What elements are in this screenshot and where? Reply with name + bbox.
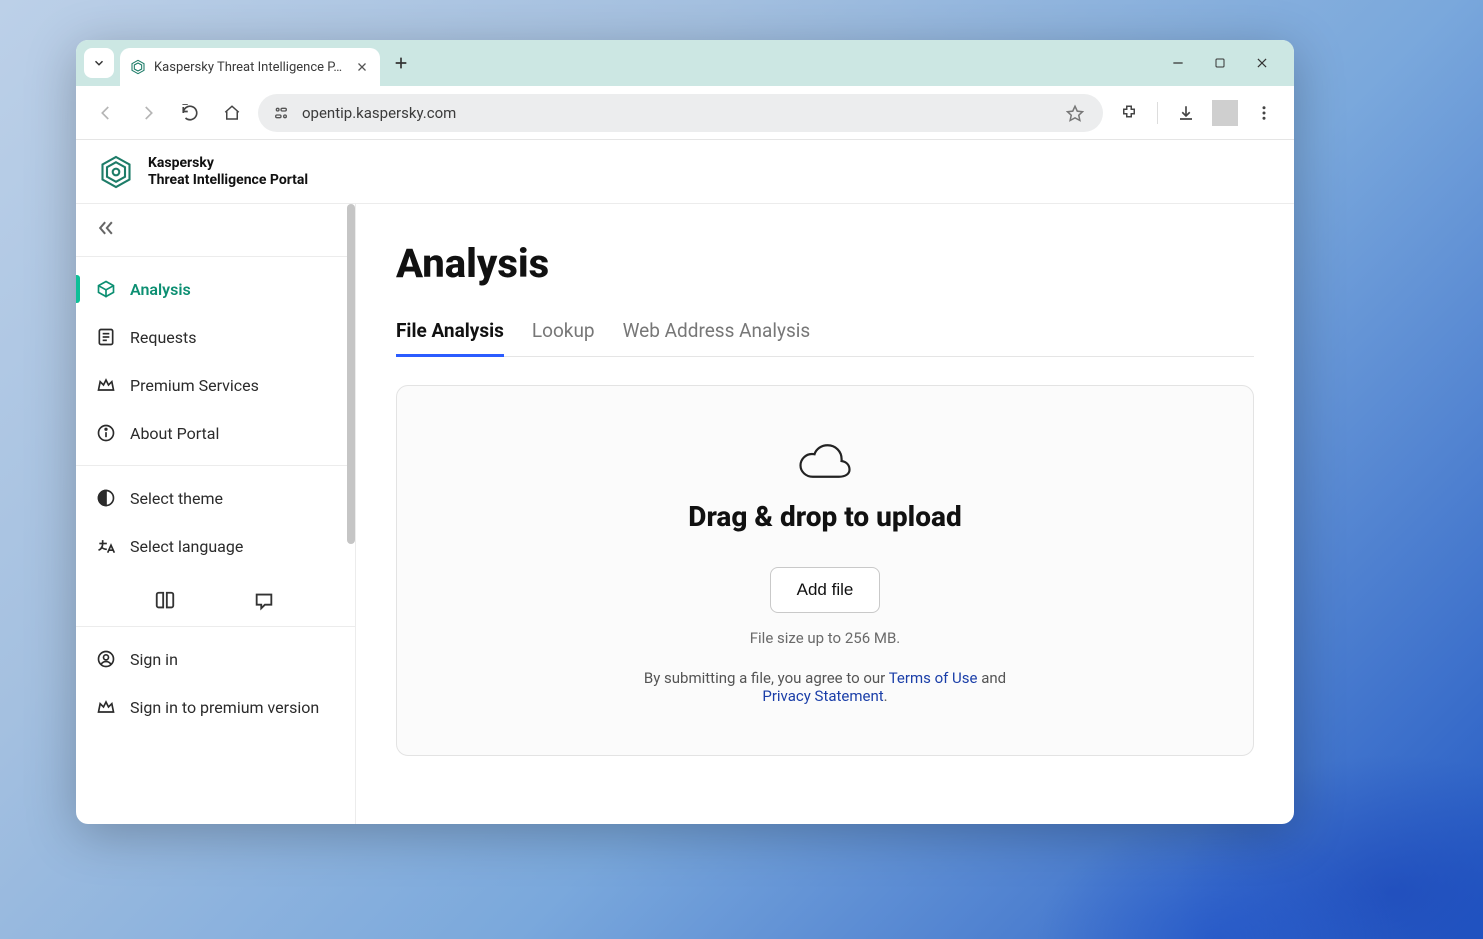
tab-title: Kaspersky Threat Intelligence P…	[154, 60, 346, 75]
extensions-icon[interactable]	[1113, 97, 1145, 129]
info-icon	[96, 423, 116, 443]
main-content: Analysis File Analysis Lookup Web Addres…	[356, 204, 1294, 824]
toolbar-separator	[1157, 102, 1158, 124]
brand-logo[interactable]: Kaspersky Threat Intelligence Portal	[98, 154, 308, 190]
site-info-icon[interactable]	[270, 102, 292, 124]
tab-web-address[interactable]: Web Address Analysis	[623, 319, 811, 356]
tab-close-icon[interactable]	[354, 59, 370, 75]
sidebar-item-label: Sign in to premium version	[130, 698, 319, 717]
kaspersky-logo-icon	[98, 154, 134, 190]
sidebar-item-label: About Portal	[130, 424, 219, 443]
sidebar-item-language[interactable]: Select language	[76, 522, 355, 570]
crown-icon	[96, 697, 116, 717]
tab-search-button[interactable]	[84, 48, 114, 78]
profile-button[interactable]	[1212, 100, 1238, 126]
upload-disclaimer: By submitting a file, you agree to our T…	[417, 669, 1233, 705]
cloud-icon	[797, 440, 853, 482]
sidebar-item-signin[interactable]: Sign in	[76, 635, 355, 683]
browser-window: Kaspersky Threat Intelligence P…	[76, 40, 1294, 824]
disclaimer-prefix: By submitting a file, you agree to our	[644, 669, 889, 687]
app-header: Kaspersky Threat Intelligence Portal	[76, 140, 1294, 204]
sidebar: Analysis Requests Premium Services	[76, 204, 356, 824]
minimize-button[interactable]	[1164, 49, 1192, 77]
forward-button[interactable]	[132, 97, 164, 129]
tab-lookup[interactable]: Lookup	[532, 319, 595, 356]
maximize-button[interactable]	[1206, 49, 1234, 77]
tab-favicon-icon	[130, 59, 146, 75]
privacy-link[interactable]: Privacy Statement	[762, 687, 883, 705]
sidebar-item-label: Requests	[130, 328, 197, 347]
close-window-button[interactable]	[1248, 49, 1276, 77]
sidebar-item-signin-premium[interactable]: Sign in to premium version	[76, 683, 355, 731]
user-icon	[96, 649, 116, 669]
page-title: Analysis	[396, 240, 1254, 287]
bookmark-star-icon[interactable]	[1059, 97, 1091, 129]
sidebar-item-label: Premium Services	[130, 376, 259, 395]
sidebar-item-analysis[interactable]: Analysis	[76, 265, 355, 313]
theme-icon	[96, 488, 116, 508]
language-icon	[96, 536, 116, 556]
crown-icon	[96, 375, 116, 395]
file-size-limit: File size up to 256 MB.	[417, 629, 1233, 647]
cube-icon	[96, 279, 116, 299]
sidebar-item-about[interactable]: About Portal	[76, 409, 355, 457]
sidebar-item-label: Sign in	[130, 650, 178, 669]
analysis-tabs: File Analysis Lookup Web Address Analysi…	[396, 319, 1254, 357]
menu-button[interactable]	[1248, 97, 1280, 129]
browser-toolbar: opentip.kaspersky.com	[76, 86, 1294, 140]
list-icon	[96, 327, 116, 347]
url-text: opentip.kaspersky.com	[302, 104, 1049, 122]
feedback-icon[interactable]	[253, 590, 277, 614]
disclaimer-and: and	[977, 669, 1006, 687]
terms-link[interactable]: Terms of Use	[889, 669, 978, 687]
brand-line1: Kaspersky	[148, 155, 308, 172]
tab-strip: Kaspersky Threat Intelligence P…	[76, 40, 1294, 86]
active-tab[interactable]: Kaspersky Threat Intelligence P…	[120, 48, 380, 86]
home-button[interactable]	[216, 97, 248, 129]
new-tab-button[interactable]	[386, 48, 416, 78]
sidebar-item-label: Select theme	[130, 489, 223, 508]
window-controls	[1164, 49, 1294, 77]
reload-button[interactable]	[174, 97, 206, 129]
sidebar-item-requests[interactable]: Requests	[76, 313, 355, 361]
brand-line2: Threat Intelligence Portal	[148, 172, 308, 189]
docs-icon[interactable]	[154, 590, 178, 614]
address-bar[interactable]: opentip.kaspersky.com	[258, 94, 1103, 132]
back-button[interactable]	[90, 97, 122, 129]
add-file-button[interactable]: Add file	[770, 567, 881, 613]
disclaimer-period: .	[884, 687, 888, 705]
sidebar-item-label: Select language	[130, 537, 243, 556]
tab-file-analysis[interactable]: File Analysis	[396, 319, 504, 357]
collapse-sidebar-icon[interactable]	[96, 223, 116, 242]
sidebar-scrollbar[interactable]	[347, 204, 355, 544]
downloads-icon[interactable]	[1170, 97, 1202, 129]
file-dropzone[interactable]: Drag & drop to upload Add file File size…	[396, 385, 1254, 756]
sidebar-item-label: Analysis	[130, 280, 191, 299]
dropzone-title: Drag & drop to upload	[417, 500, 1233, 533]
sidebar-item-theme[interactable]: Select theme	[76, 474, 355, 522]
sidebar-item-premium[interactable]: Premium Services	[76, 361, 355, 409]
